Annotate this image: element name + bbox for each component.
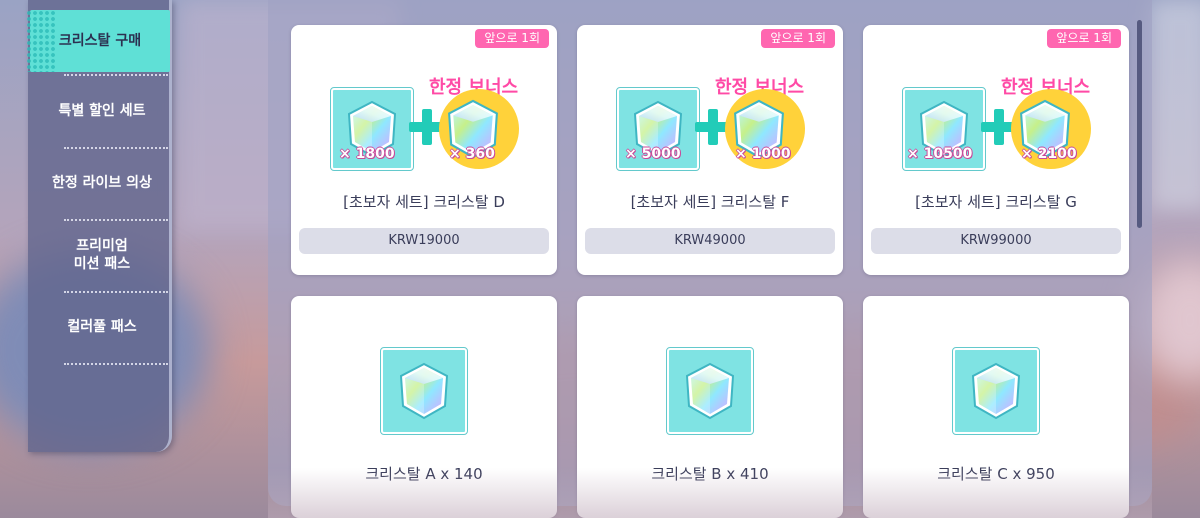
remaining-purchase-badge: 앞으로 1회 — [475, 29, 549, 48]
item-name: [초보자 세트] 크리스탈 G — [915, 193, 1077, 211]
scrollbar[interactable] — [1137, 20, 1142, 228]
single-card-crystal-b[interactable]: 크리스탈 B x 410 — [577, 296, 843, 518]
bundle-card-crystal-f[interactable]: 앞으로 1회 한정 보너스 × 5000 × 1000 [초보자 세트] 크리스… — [577, 25, 843, 275]
remaining-purchase-badge: 앞으로 1회 — [761, 29, 835, 48]
bundle-card-crystal-d[interactable]: 앞으로 1회 한정 보너스 × 1800 × 360 [초보자 세트] 크리스탈… — [291, 25, 557, 275]
sidebar-item-label: 크리스탈 구매 — [58, 33, 142, 49]
sidebar-divider — [64, 147, 168, 149]
bonus-quantity: × 2100 — [1021, 146, 1077, 162]
sidebar-divider — [64, 74, 168, 76]
item-name: 크리스탈 C x 950 — [937, 465, 1055, 483]
sidebar-divider — [64, 291, 168, 293]
single-card-crystal-a[interactable]: 크리스탈 A x 140 — [291, 296, 557, 518]
item-name: 크리스탈 B x 410 — [651, 465, 769, 483]
sidebar-item-limited-live-costume[interactable]: 한정 라이브 의상 — [36, 152, 168, 214]
sidebar-item-premium-mission-pass[interactable]: 프리미엄 미션 패스 — [36, 224, 168, 286]
price-button[interactable]: KRW19000 — [299, 228, 549, 254]
sidebar-item-label: 특별 할인 세트 — [58, 103, 146, 119]
sidebar-item-label: 한정 라이브 의상 — [52, 175, 152, 191]
sidebar-item-crystal-purchase[interactable]: 크리스탈 구매 — [26, 10, 170, 72]
item-name: [초보자 세트] 크리스탈 F — [630, 193, 790, 211]
crystal-gem-icon — [952, 347, 1040, 435]
sidebar-item-label: 프리미엄 미션 패스 — [73, 238, 131, 272]
item-name: [초보자 세트] 크리스탈 D — [343, 193, 505, 211]
price-button[interactable]: KRW49000 — [585, 228, 835, 254]
sidebar-item-label: 컬러풀 패스 — [67, 319, 137, 335]
shop-sidebar: 크리스탈 구매 특별 할인 세트 한정 라이브 의상 프리미엄 미션 패스 컬러… — [26, 0, 172, 452]
main-quantity: × 10500 — [907, 146, 973, 162]
sidebar-item-special-discount-set[interactable]: 특별 할인 세트 — [36, 80, 168, 142]
main-quantity: × 5000 — [625, 146, 681, 162]
main-quantity: × 1800 — [339, 146, 395, 162]
bonus-quantity: × 1000 — [735, 146, 791, 162]
item-name: 크리스탈 A x 140 — [365, 465, 483, 483]
sidebar-divider — [64, 219, 168, 221]
remaining-purchase-badge: 앞으로 1회 — [1047, 29, 1121, 48]
bundle-card-crystal-g[interactable]: 앞으로 1회 한정 보너스 × 10500 × 2100 [초보자 세트] 크리… — [863, 25, 1129, 275]
price-button[interactable]: KRW99000 — [871, 228, 1121, 254]
crystal-gem-icon — [380, 347, 468, 435]
sidebar-item-colorful-pass[interactable]: 컬러풀 패스 — [36, 296, 168, 358]
crystal-gem-icon — [666, 347, 754, 435]
single-card-crystal-c[interactable]: 크리스탈 C x 950 — [863, 296, 1129, 518]
bonus-quantity: × 360 — [449, 146, 495, 162]
sidebar-divider — [64, 363, 168, 365]
